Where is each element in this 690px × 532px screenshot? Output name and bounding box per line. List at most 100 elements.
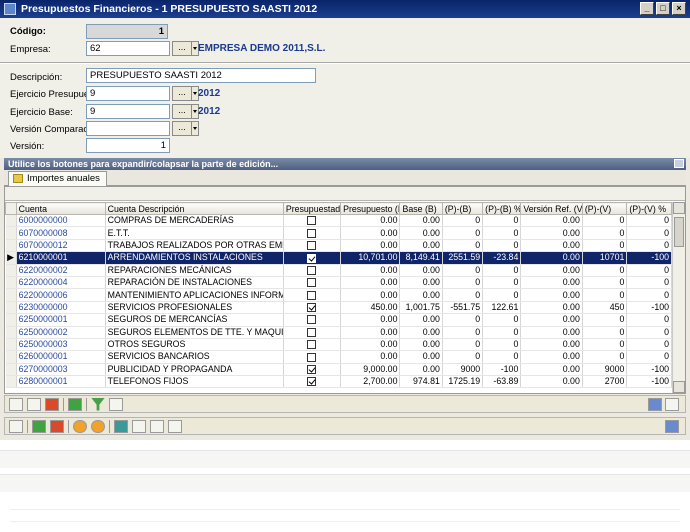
row-indicator[interactable] [5,301,17,315]
cell-p-v-pct[interactable]: -100 [626,363,672,377]
cell-p-b[interactable]: 0 [442,288,484,302]
presupuestada-checkbox[interactable] [307,315,317,325]
cell-version-ref[interactable]: 0.00 [520,288,583,302]
cell-presupuesto[interactable]: 0.00 [340,326,401,339]
cell-p-v-pct[interactable]: 0 [626,288,672,302]
cell-presupuesto[interactable]: 0.00 [340,313,401,327]
version-comparacion-lookup-button[interactable]: ... [172,121,192,136]
refresh-icon[interactable] [73,419,87,433]
cell-version-ref[interactable]: 0.00 [520,276,583,290]
table-row[interactable]: 6270000003 PUBLICIDAD Y PROPAGANDA 9,000.0… [5,363,672,377]
cell-presupuestada[interactable] [283,350,342,364]
cell-cuenta[interactable]: 6250000003 [16,338,106,352]
cell-p-b-pct[interactable]: 0 [482,326,522,339]
cell-presupuestada[interactable] [283,226,342,240]
cell-descripcion[interactable]: PUBLICIDAD Y PROPAGANDA [105,363,284,377]
cell-p-v-pct[interactable]: 0 [626,350,672,364]
cell-p-v-pct[interactable]: 0 [626,264,672,277]
export-icon[interactable] [68,397,82,411]
cell-p-v-pct[interactable]: 0 [626,226,672,240]
row-indicator[interactable] [5,276,17,290]
help-icon[interactable] [168,419,182,433]
cell-base[interactable]: 0.00 [399,350,443,364]
cell-presupuestada[interactable] [283,214,342,228]
cell-p-v[interactable]: 10701 [582,251,628,265]
sort-icon[interactable] [109,397,123,411]
cell-version-ref[interactable]: 0.00 [520,214,583,228]
cell-version-ref[interactable]: 0.00 [520,326,583,339]
cell-version-ref[interactable]: 0.00 [520,338,583,352]
cell-p-b[interactable]: 0 [442,226,484,240]
table-row[interactable]: 6220000006 MANTENIMIENTO APLICACIONES INF… [5,288,672,302]
cell-presupuesto[interactable]: 450.00 [340,301,401,315]
cell-p-v[interactable]: 0 [582,214,628,228]
cell-p-b[interactable]: 0 [442,350,484,364]
cell-descripcion[interactable]: COMPRAS DE MERCADERÍAS [105,214,284,228]
delete-row-icon[interactable] [45,397,59,411]
row-indicator[interactable] [5,350,17,364]
cell-p-v-pct[interactable]: 0 [626,276,672,290]
print-icon[interactable] [132,419,146,433]
cell-version-ref[interactable]: 0.00 [520,251,583,265]
version-comparacion-field[interactable] [86,121,170,136]
cell-p-v[interactable]: 0 [582,264,628,277]
cell-p-b-pct[interactable]: 122.61 [482,301,522,315]
minimize-button[interactable]: _ [640,2,654,15]
cell-p-b[interactable]: 0 [442,313,484,327]
cell-presupuesto[interactable]: 0.00 [340,239,401,253]
cell-p-v[interactable]: 0 [582,326,628,339]
cell-presupuesto[interactable]: 0.00 [340,288,401,302]
row-indicator[interactable] [5,313,17,327]
add-row-icon[interactable] [9,397,23,411]
cell-presupuestada[interactable] [283,264,342,277]
cell-p-v[interactable]: 0 [582,313,628,327]
cell-p-b-pct[interactable]: 0 [482,276,522,290]
cell-p-b[interactable]: 0 [442,338,484,352]
cell-cuenta[interactable]: 6070000008 [16,226,106,240]
row-indicator[interactable]: ▶ [5,251,17,265]
calculator-icon[interactable] [114,419,128,433]
cell-descripcion[interactable]: TELEFONOS FIJOS [105,375,284,389]
cell-version-ref[interactable]: 0.00 [520,264,583,277]
cell-p-b-pct[interactable]: -23.84 [482,251,522,265]
cell-presupuesto[interactable]: 0.00 [340,264,401,277]
version-field[interactable]: 1 [86,138,170,153]
cell-descripcion[interactable]: SERVICIOS BANCARIOS [105,350,284,364]
scroll-down-icon[interactable] [673,381,685,393]
cell-p-v[interactable]: 9000 [582,363,628,377]
cell-base[interactable]: 0.00 [399,214,443,228]
cell-p-b[interactable]: 2551.59 [442,251,484,265]
grid-options-icon[interactable] [665,398,679,411]
close-button[interactable]: × [672,2,686,15]
cell-presupuestada[interactable] [283,375,342,389]
column-header-p-b[interactable]: (P)-(B) [441,202,484,215]
grid-vertical-scrollbar[interactable] [672,202,685,393]
cell-presupuesto[interactable]: 10,701.00 [340,251,401,265]
filter-icon[interactable] [91,397,105,411]
window-options-icon[interactable] [665,420,679,433]
cell-version-ref[interactable]: 0.00 [520,301,583,315]
cell-descripcion[interactable]: TRABAJOS REALIZADOS POR OTRAS EMPRESA [105,239,284,253]
cell-presupuesto[interactable]: 0.00 [340,338,401,352]
cell-p-v-pct[interactable]: 0 [626,326,672,339]
presupuestada-checkbox[interactable] [307,365,317,375]
column-header-p-v[interactable]: (P)-(V) [581,202,628,215]
copy-icon[interactable] [150,419,164,433]
cell-cuenta[interactable]: 6250000002 [16,326,106,339]
presupuestada-checkbox[interactable] [307,228,317,238]
cell-p-b-pct[interactable]: -100 [482,363,522,377]
cell-p-b[interactable]: 0 [442,239,484,253]
presupuestada-checkbox[interactable] [307,265,317,275]
cell-presupuesto[interactable]: 0.00 [340,276,401,290]
layout-icon[interactable] [648,398,662,411]
cell-base[interactable]: 0.00 [399,264,443,277]
cell-p-b[interactable]: 0 [442,276,484,290]
cell-base[interactable]: 0.00 [399,239,443,253]
cell-p-b-pct[interactable]: -63.89 [482,375,522,389]
row-indicator[interactable] [5,363,17,377]
ejercicio-presupuesto-field[interactable]: 9 [86,86,170,101]
cell-presupuestada[interactable] [283,288,342,302]
cell-p-b-pct[interactable]: 0 [482,350,522,364]
cell-cuenta[interactable]: 6000000000 [16,214,106,228]
cell-cuenta[interactable]: 6260000001 [16,350,106,364]
